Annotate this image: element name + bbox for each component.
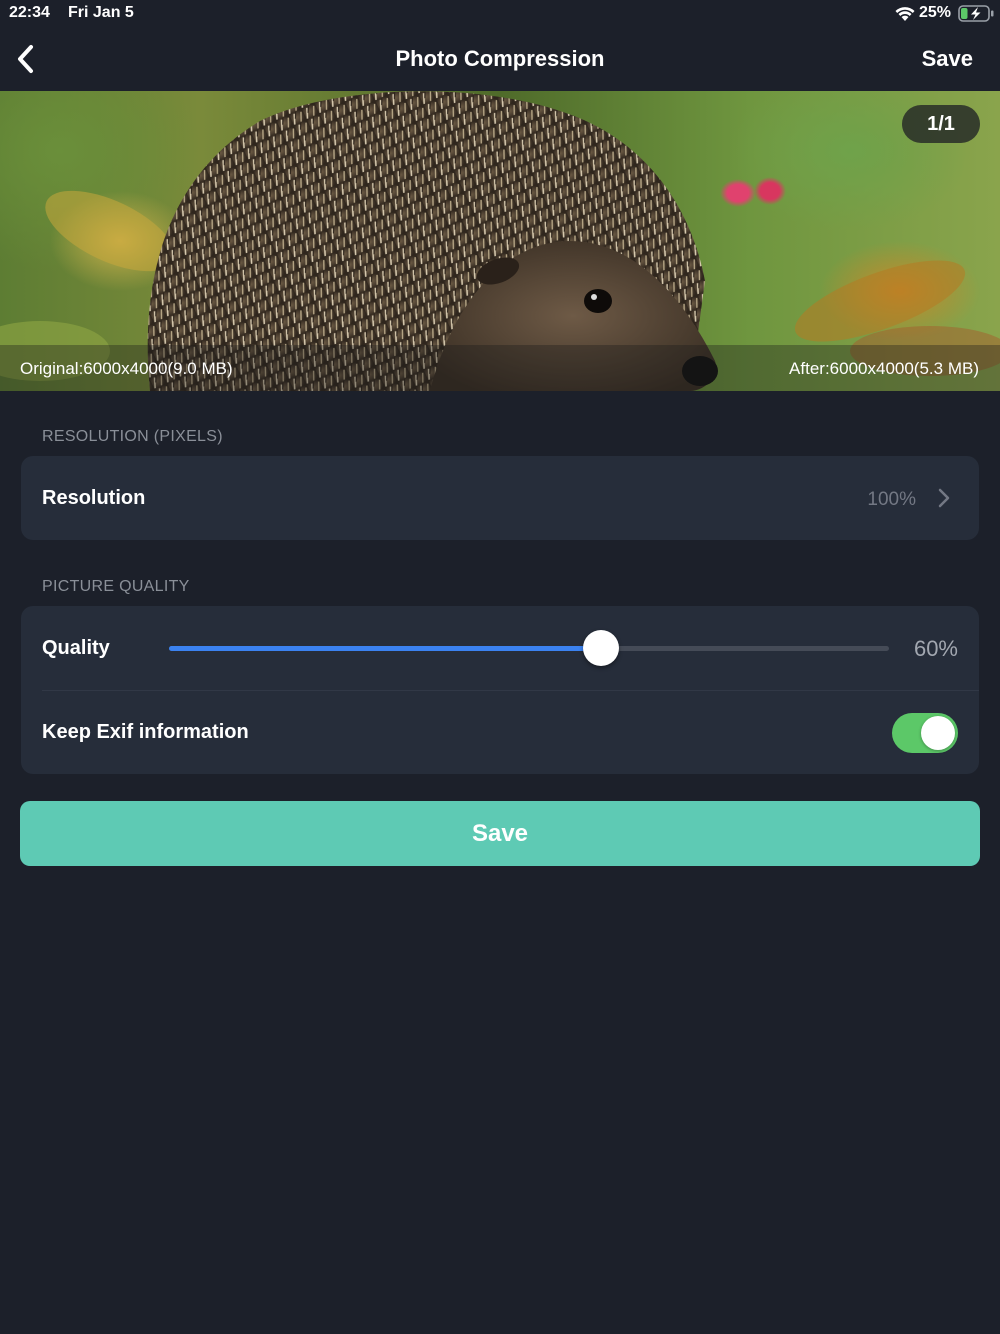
save-button[interactable]: Save [20,801,980,866]
resolution-section-header: RESOLUTION (PIXELS) [42,428,223,445]
compressed-size-label: After:6000x4000(5.3 MB) [789,359,979,378]
original-size-label: Original:6000x4000(9.0 MB) [20,359,233,378]
chevron-right-icon [938,488,950,508]
resolution-value: 100% [867,489,916,510]
quality-label: Quality [42,637,110,659]
quality-slider-thumb[interactable] [583,630,619,666]
nav-save-button[interactable]: Save [922,46,973,72]
quality-section-header: PICTURE QUALITY [42,578,190,595]
quality-value: 60% [913,636,958,661]
page-title: Photo Compression [395,46,605,71]
battery-percent: 25% [919,4,952,21]
divider [42,690,979,691]
photo-preview[interactable]: 1/1 Original:6000x4000(9.0 MB) After:600… [0,91,1000,391]
nav-bar: Photo Compression Save [0,28,1000,90]
resolution-row[interactable]: Resolution 100% [21,456,979,540]
wifi-icon [895,7,915,21]
quality-slider[interactable] [169,630,889,666]
battery-charging-icon [958,5,994,22]
resolution-label: Resolution [42,487,146,509]
quality-card: Quality 60% Keep Exif information [21,606,979,774]
toggle-knob [921,716,955,750]
status-time: 22:34 [9,4,50,21]
keep-exif-toggle[interactable] [892,713,958,753]
photo-info-bar: Original:6000x4000(9.0 MB) After:6000x40… [0,345,1000,391]
image-counter: 1/1 [902,105,980,143]
status-date: Fri Jan 5 [68,4,134,21]
status-bar: 22:34 Fri Jan 5 25% [0,0,1000,28]
quality-slider-fill [169,646,601,651]
exif-label: Keep Exif information [42,721,249,743]
